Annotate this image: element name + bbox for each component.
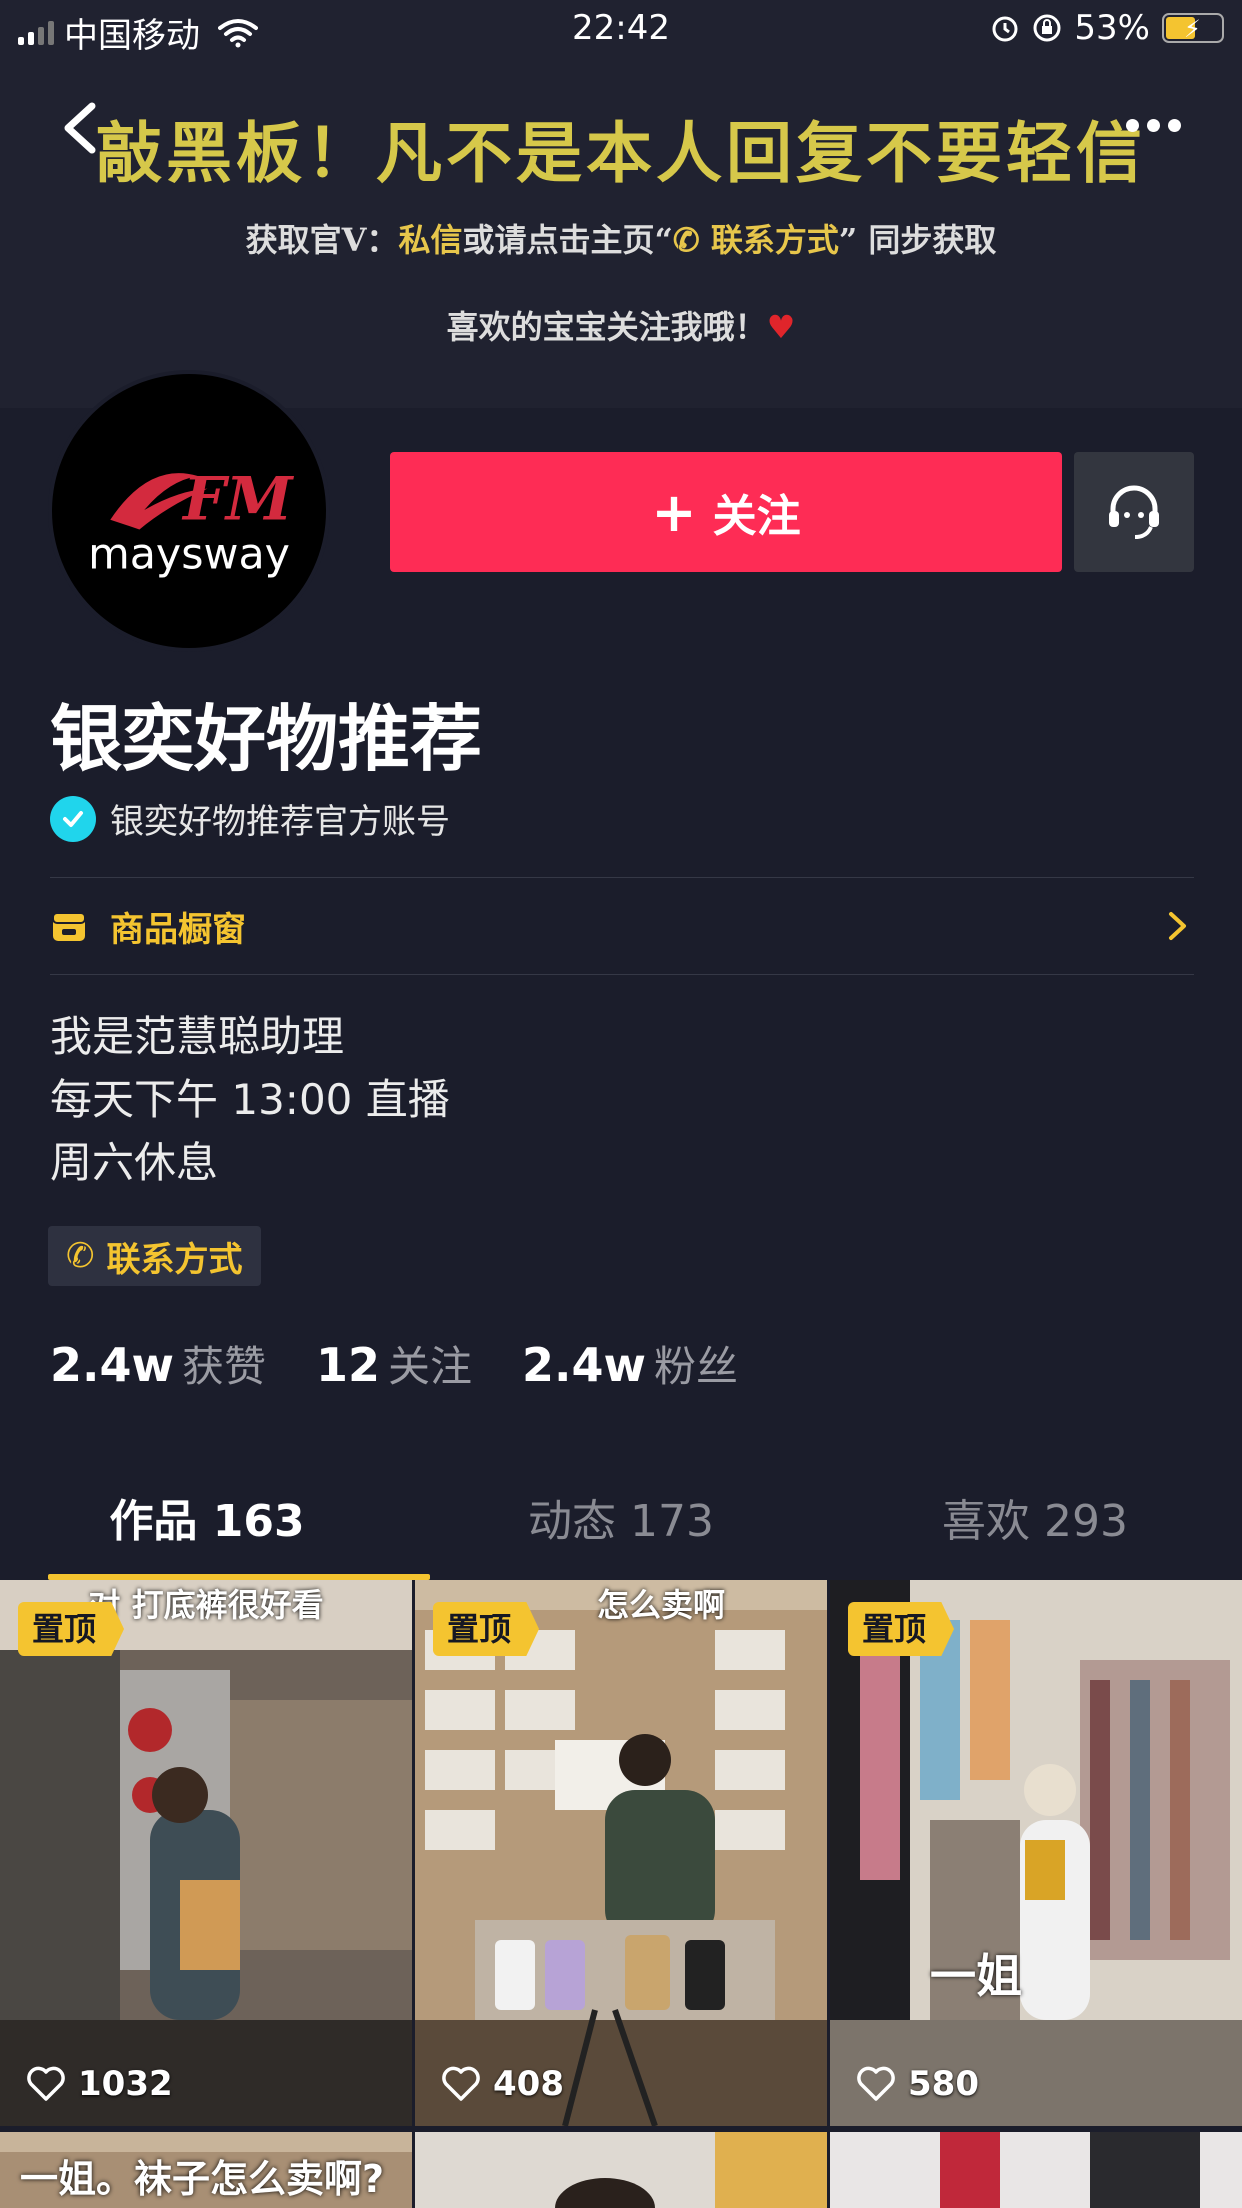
content-tabs: 作品 163 动态 173 喜欢 293 <box>0 1478 1242 1580</box>
tab-works[interactable]: 作品 163 <box>0 1478 414 1580</box>
battery-icon: ⚡ <box>1162 13 1224 43</box>
avatar[interactable]: FM maysway <box>48 370 330 652</box>
video-caption: 一姐 <box>930 1949 1022 2003</box>
phone-icon: ✆ <box>66 1236 95 1276</box>
more-icon[interactable] <box>1126 110 1186 140</box>
pinned-badge: 置顶 <box>433 1602 540 1656</box>
banner-follow-text: 喜欢的宝宝关注我哦！ <box>446 308 767 346</box>
video-thumbnail[interactable] <box>415 2132 827 2208</box>
logo-wordmark: maysway <box>88 529 290 579</box>
video-likes: 408 <box>441 2064 564 2104</box>
video-likes-count: 408 <box>493 2064 564 2104</box>
video-thumbnail-image <box>415 1580 827 2126</box>
video-grid: 对 打底裤很好看 置顶 1032 怎么卖啊 置顶 408 一姐 置顶 580 一… <box>0 1580 1242 2208</box>
video-likes: 580 <box>856 2064 979 2104</box>
plus-icon: + <box>651 480 697 544</box>
verification-row: 银奕好物推荐官方账号 <box>50 794 450 843</box>
shop-label: 商品橱窗 <box>110 909 246 950</box>
video-thumbnail[interactable] <box>830 2132 1242 2208</box>
brand-logo: FM maysway <box>88 464 295 580</box>
heart-outline-icon <box>27 2066 65 2101</box>
profile-page: 敲黑板！凡不是本人回复不要轻信 获取官V：私信或请点击主页“✆ 联系方式” 同步… <box>0 0 1242 2208</box>
video-thumbnail-image <box>830 1580 1242 2126</box>
rotation-lock-icon <box>1033 14 1061 42</box>
following-count[interactable]: 12 <box>316 1338 380 1392</box>
heart-outline-icon <box>857 2066 895 2101</box>
alarm-icon <box>992 16 1018 42</box>
pinned-badge: 置顶 <box>18 1602 125 1656</box>
heart-icon: ♥ <box>766 308 796 346</box>
verified-icon <box>50 795 96 842</box>
profile-name: 银奕好物推荐 <box>50 697 483 781</box>
banner-subtitle-mid: 或请点击主页“ <box>462 221 673 259</box>
bio-line: 我是范慧聪助理 <box>50 1012 345 1061</box>
divider <box>50 974 1194 975</box>
tab-likes[interactable]: 喜欢 293 <box>828 1478 1242 1580</box>
profile-stats: 2.4w 获赞 12 关注 2.4w 粉丝 <box>50 1333 788 1394</box>
verified-label: 银奕好物推荐官方账号 <box>110 802 450 842</box>
battery-percent: 53% <box>1074 8 1150 48</box>
followers-label[interactable]: 粉丝 <box>654 1333 738 1394</box>
chevron-right-icon <box>1169 912 1186 940</box>
video-caption: 一姐。袜子怎么卖啊? <box>20 2157 385 2201</box>
video-caption: 怎么卖啊 <box>596 1586 725 1624</box>
video-thumbnail[interactable]: 怎么卖啊 置顶 408 <box>415 1580 827 2126</box>
followers-count[interactable]: 2.4w <box>522 1338 646 1392</box>
contact-label: 联系方式 <box>106 1239 243 1280</box>
contact-info-button[interactable]: ✆ 联系方式 <box>48 1226 261 1286</box>
following-label[interactable]: 关注 <box>388 1333 472 1394</box>
heart-outline-icon <box>442 2066 480 2101</box>
banner-subtitle-highlight: 私信 <box>398 221 463 259</box>
video-thumbnail[interactable]: 一姐 置顶 580 <box>830 1580 1242 2126</box>
bio: 我是范慧聪助理 每天下午 13:00 直播 周六休息 <box>50 1005 450 1194</box>
banner-subtitle: 获取官V：私信或请点击主页“✆ 联系方式” 同步获取 <box>0 215 1242 261</box>
tab-moments[interactable]: 动态 173 <box>414 1478 828 1580</box>
back-icon[interactable] <box>56 98 106 158</box>
banner-subtitle-prefix: 获取官V： <box>245 221 399 259</box>
banner-subtitle-contact: 联系方式 <box>710 221 839 259</box>
profile-banner: 敲黑板！凡不是本人回复不要轻信 获取官V：私信或请点击主页“✆ 联系方式” 同步… <box>0 0 1242 408</box>
video-likes-count: 1032 <box>78 2064 173 2104</box>
banner-title: 敲黑板！凡不是本人回复不要轻信 <box>96 114 1146 192</box>
video-likes: 1032 <box>26 2064 173 2104</box>
video-thumbnail[interactable]: 对 打底裤很好看 置顶 1032 <box>0 1580 412 2126</box>
video-likes-count: 580 <box>908 2064 979 2104</box>
video-thumbnail-image <box>0 1580 412 2126</box>
customer-service-button[interactable] <box>1074 452 1194 572</box>
video-thumbnail[interactable]: 一姐。袜子怎么卖啊? <box>0 2132 412 2208</box>
follow-button[interactable]: + 关注 <box>390 452 1062 572</box>
video-thumbnail-image <box>415 2132 827 2208</box>
shop-icon <box>52 912 86 941</box>
shop-window-link[interactable]: 商品橱窗 <box>50 878 1194 974</box>
logo-monogram: FM <box>181 464 295 535</box>
headset-icon <box>1109 485 1159 539</box>
video-thumbnail-image <box>830 2132 1242 2208</box>
status-bar: 中国移动 22:42 53% ⚡ <box>0 0 1242 58</box>
banner-follow-hint: 喜欢的宝宝关注我哦！♥ <box>0 302 1242 348</box>
bio-line: 周六休息 <box>50 1138 219 1187</box>
banner-subtitle-suffix: ” 同步获取 <box>838 221 997 259</box>
likes-count: 2.4w <box>50 1338 174 1392</box>
phone-icon: ✆ <box>672 221 711 259</box>
pinned-badge: 置顶 <box>848 1602 955 1656</box>
likes-label: 获赞 <box>181 1342 266 1391</box>
follow-label: 关注 <box>712 491 801 542</box>
bio-line: 每天下午 13:00 直播 <box>50 1075 450 1124</box>
